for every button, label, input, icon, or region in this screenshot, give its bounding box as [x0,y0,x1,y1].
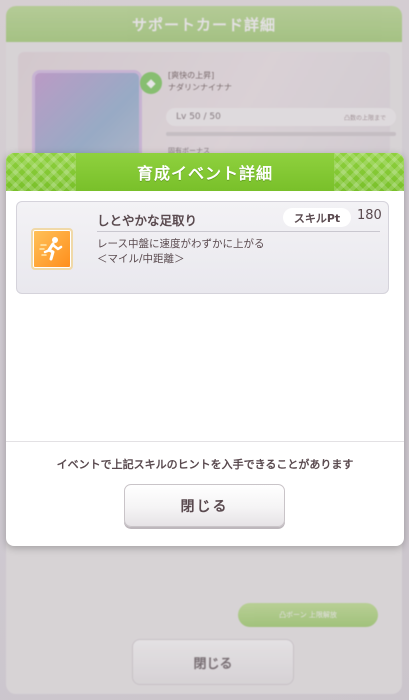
skill-name: しとやかな足取り [97,213,198,228]
modal-title: 育成イベント詳細 [136,164,273,183]
skill-card[interactable]: しとやかな足取り スキルPt 180 レース中盤に速度がわずかに上がる ＜マイル… [16,201,389,294]
modal-header: 育成イベント詳細 [6,153,404,191]
speed-skill-icon [31,228,73,270]
footer-divider [6,441,404,442]
hint-text: イベントで上記スキルのヒントを入手できることがあります [56,458,354,471]
skill-pt-value: 180 [357,208,382,223]
event-detail-modal: 育成イベント詳細 しとやかな足取り スキルPt 180 レース中盤に速度がわずか… [6,153,404,546]
close-button[interactable]: 閉じる [124,484,285,527]
skill-pt-badge: スキルPt [283,208,351,227]
skill-description: レース中盤に速度がわずかに上がる ＜マイル/中距離＞ [97,238,265,265]
skill-divider [97,231,380,232]
